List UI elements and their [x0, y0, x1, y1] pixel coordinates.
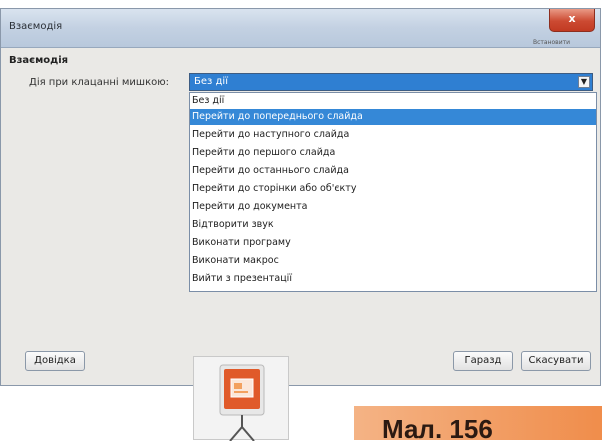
option-page-or-object[interactable]: Перейти до сторінки або об'єкту — [190, 181, 596, 197]
presentation-icon — [193, 356, 289, 442]
option-next-slide[interactable]: Перейти до наступного слайда — [190, 127, 596, 143]
option-run-program[interactable]: Виконати програму — [190, 235, 596, 251]
option-no-action[interactable]: Без дії — [190, 93, 596, 109]
interaction-dialog: Взаємодія Встановити x Взаємодія Дія при… — [0, 8, 601, 386]
action-select[interactable]: Без дії ▼ — [189, 73, 593, 91]
figure-caption: Мал. 156 — [382, 414, 493, 444]
cancel-button[interactable]: Скасувати — [521, 351, 591, 371]
option-previous-slide[interactable]: Перейти до попереднього слайда — [190, 109, 596, 125]
close-button[interactable]: x — [549, 9, 595, 32]
option-first-slide[interactable]: Перейти до першого слайда — [190, 145, 596, 161]
option-run-macro[interactable]: Виконати макрос — [190, 253, 596, 269]
option-document[interactable]: Перейти до документа — [190, 199, 596, 215]
section-title: Взаємодія — [9, 55, 69, 66]
mouse-click-action-label: Дія при клацанні мишкою: — [29, 77, 170, 88]
option-play-sound[interactable]: Відтворити звук — [190, 217, 596, 233]
window-title: Взаємодія — [9, 21, 63, 32]
action-dropdown-list: Без дії Перейти до попереднього слайда П… — [189, 92, 597, 292]
title-bar: Взаємодія Встановити x — [1, 9, 600, 48]
ok-button[interactable]: Гаразд — [453, 351, 513, 371]
help-button[interactable]: Довідка — [25, 351, 85, 371]
chevron-down-icon[interactable]: ▼ — [578, 76, 590, 88]
action-select-value: Без дії — [194, 76, 228, 87]
title-hint: Встановити — [533, 39, 571, 46]
close-icon: x — [568, 12, 576, 25]
option-last-slide[interactable]: Перейти до останнього слайда — [190, 163, 596, 179]
option-exit-presentation[interactable]: Вийти з презентації — [190, 271, 596, 287]
figure-caption-banner: Мал. 156 — [354, 406, 602, 444]
